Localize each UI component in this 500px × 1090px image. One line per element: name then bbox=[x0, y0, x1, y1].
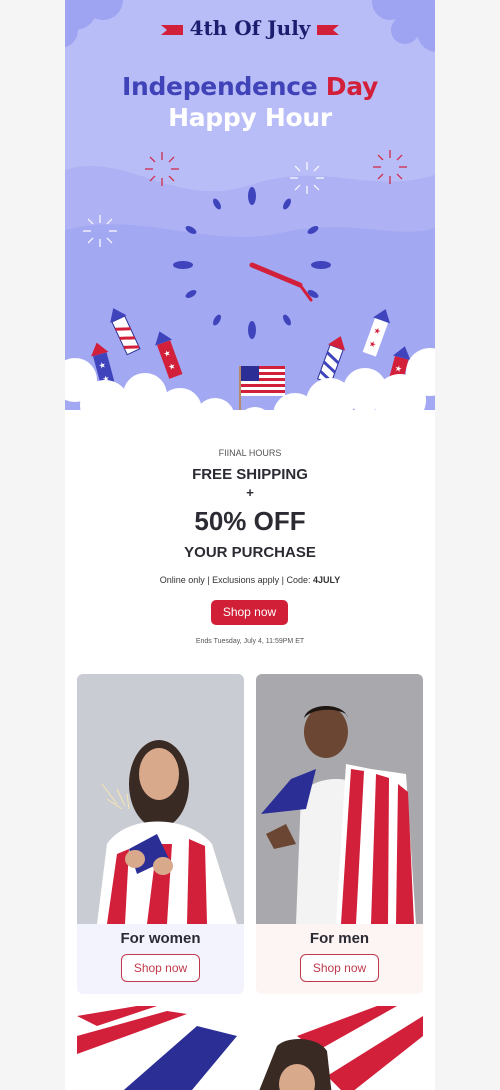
card-women-caption: For women bbox=[120, 930, 201, 947]
headline-part-red: Day bbox=[325, 72, 379, 101]
hero-banner: ★ ★ ★ ★ ★ ★ ★ 4th Of July Independence D… bbox=[65, 0, 435, 440]
offer-plus: + bbox=[246, 485, 254, 500]
hero-illustration: ★★ ★★ ★★ ★ bbox=[65, 0, 435, 440]
headline-part-blue: Independence bbox=[121, 72, 326, 101]
offer-free-shipping: FREE SHIPPING bbox=[192, 466, 308, 483]
offer-terms: Online only | Exclusions apply | Code: 4… bbox=[65, 575, 435, 585]
offer-your-purchase: YOUR PURCHASE bbox=[184, 544, 316, 561]
bottom-flag-photo bbox=[77, 1006, 423, 1090]
promo-code: 4JULY bbox=[313, 575, 341, 585]
card-men-caption: For men bbox=[309, 930, 370, 947]
headline: Independence Day bbox=[65, 72, 435, 101]
offer-eyebrow: FIINAL HOURS bbox=[218, 448, 282, 458]
women-photo bbox=[77, 674, 244, 924]
shop-men-button[interactable]: Shop now bbox=[300, 954, 379, 982]
men-photo bbox=[256, 674, 423, 924]
email-container: ★ ★ ★ ★ ★ ★ ★ 4th Of July Independence D… bbox=[65, 0, 435, 1090]
card-men[interactable]: For men Shop now bbox=[256, 674, 423, 994]
shop-women-button[interactable]: Shop now bbox=[121, 954, 200, 982]
offer-discount: 50% OFF bbox=[194, 506, 306, 536]
headline-line2: Happy Hour bbox=[168, 103, 332, 132]
card-women[interactable]: For women Shop now bbox=[77, 674, 244, 994]
shop-now-button[interactable]: Shop now bbox=[211, 600, 288, 625]
ribbon-title: 4th Of July bbox=[189, 16, 311, 40]
offer-ends: Ends Tuesday, July 4, 11:59PM ET bbox=[195, 638, 305, 645]
offer-terms-text: Online only | Exclusions apply | Code: bbox=[159, 575, 314, 585]
